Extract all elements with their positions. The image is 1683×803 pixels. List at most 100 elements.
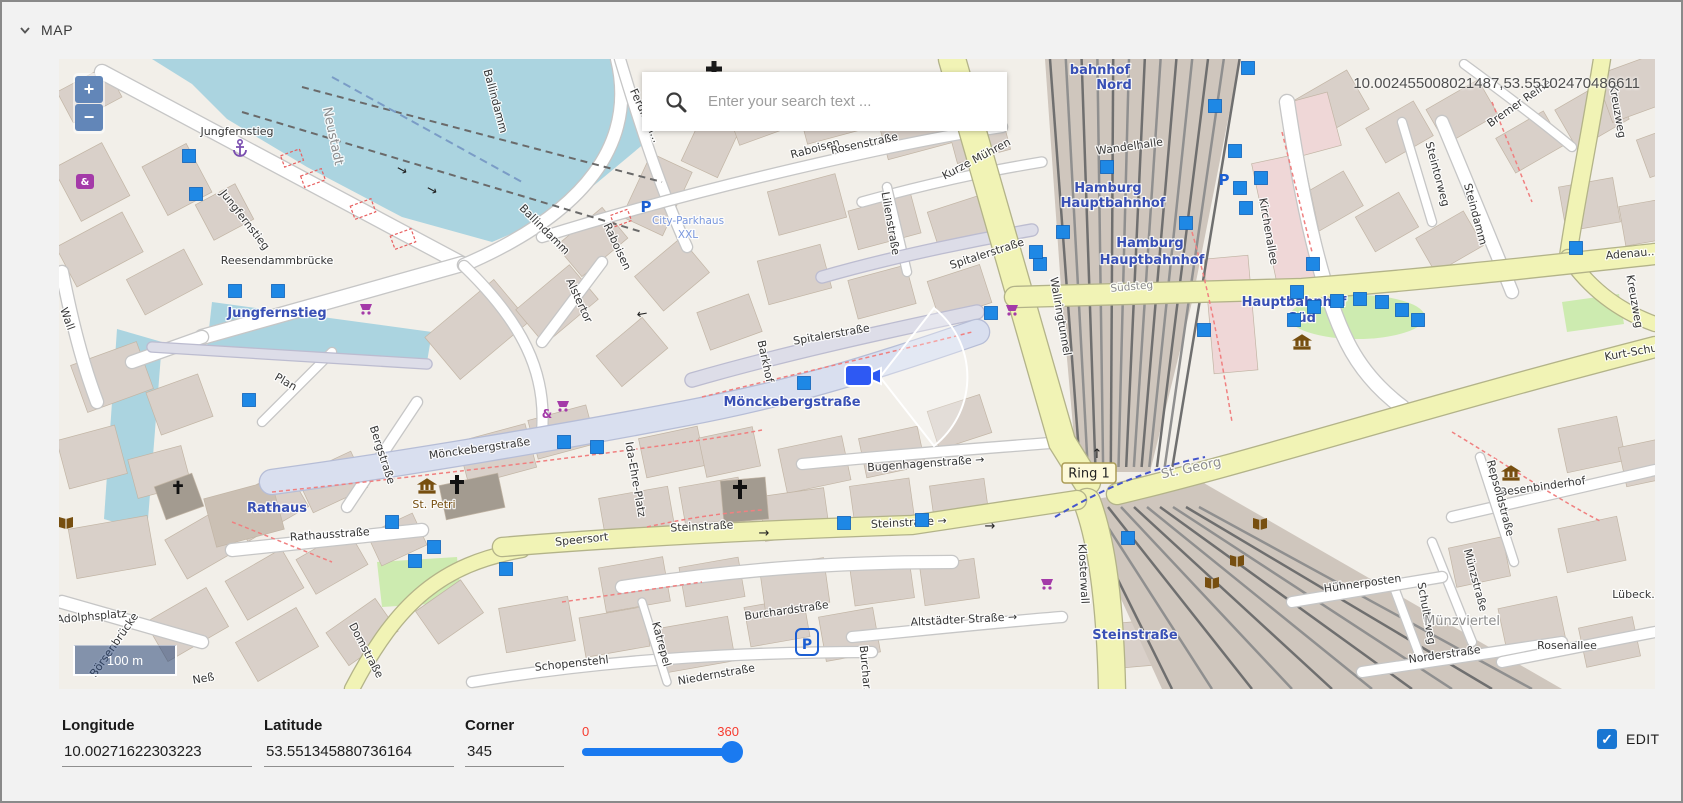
svg-text:Rathaus: Rathaus: [247, 501, 307, 516]
map-vertex-marker[interactable]: [1122, 532, 1135, 545]
svg-text:Lübeck...: Lübeck...: [1612, 588, 1655, 601]
edit-toggle-group: ✓ EDIT: [1597, 729, 1660, 749]
map-vertex-marker[interactable]: [1034, 258, 1047, 271]
map-panel: MAP Ring 1PPP&&→→→→↑←JungfernstiegJungfe…: [0, 0, 1683, 803]
latitude-field-group: Latitude: [264, 717, 454, 767]
parking-icon: P: [1219, 171, 1230, 189]
coordinates-display: 10.002455008021487,53.55102470486611: [1353, 75, 1640, 92]
svg-text:Mönckebergstraße: Mönckebergstraße: [723, 395, 860, 410]
map-vertex-marker[interactable]: [1229, 145, 1242, 158]
map-vertex-marker[interactable]: [1030, 246, 1043, 259]
map-vertex-marker[interactable]: [1234, 182, 1247, 195]
map-vertex-marker[interactable]: [916, 514, 929, 527]
svg-text:Ring 1: Ring 1: [1068, 467, 1110, 482]
latitude-label: Latitude: [264, 717, 454, 734]
svg-text:Steinstraße: Steinstraße: [1092, 628, 1178, 643]
corner-input[interactable]: [465, 741, 564, 767]
svg-text:Hamburg: Hamburg: [1074, 181, 1141, 196]
check-icon: ✓: [1601, 731, 1613, 748]
map-vertex-marker[interactable]: [1180, 217, 1193, 230]
svg-text:Jungfernstieg: Jungfernstieg: [200, 125, 274, 138]
svg-text:bahnhof: bahnhof: [1070, 63, 1131, 78]
map-vertex-marker[interactable]: [243, 394, 256, 407]
svg-text:Reesendammbrücke: Reesendammbrücke: [221, 254, 334, 267]
map-vertex-marker[interactable]: [1412, 314, 1425, 327]
map-vertex-marker[interactable]: [1255, 172, 1268, 185]
map-vertex-marker[interactable]: [798, 377, 811, 390]
map-vertex-marker[interactable]: [190, 188, 203, 201]
map-vertex-marker[interactable]: [1308, 301, 1321, 314]
map-vertex-marker[interactable]: [1101, 161, 1114, 174]
svg-text:City-Parkhaus: City-Parkhaus: [652, 215, 724, 227]
map-vertex-marker[interactable]: [1354, 293, 1367, 306]
map-vertex-marker[interactable]: [1288, 314, 1301, 327]
svg-text:→: →: [985, 519, 996, 534]
scale-label: 100 m: [107, 653, 143, 668]
slider-fill: [582, 748, 732, 756]
oneway-arrow-icon: ↑: [1092, 447, 1103, 462]
map-vertex-marker[interactable]: [229, 285, 242, 298]
map-vertex-marker[interactable]: [428, 541, 441, 554]
map-vertex-marker[interactable]: [985, 307, 998, 320]
oneway-arrow-icon: →: [985, 519, 996, 534]
map-vertex-marker[interactable]: [1570, 242, 1583, 255]
svg-text:Rosenallee: Rosenallee: [1537, 639, 1597, 652]
slider-track[interactable]: [582, 748, 739, 756]
map-vertex-marker[interactable]: [1242, 62, 1255, 75]
parking-icon: P: [641, 198, 652, 216]
latitude-input[interactable]: [264, 741, 454, 767]
longitude-label: Longitude: [62, 717, 252, 734]
map-vertex-marker[interactable]: [591, 441, 604, 454]
zoom-control: + −: [73, 73, 105, 134]
svg-text:P: P: [1219, 171, 1230, 189]
map-vertex-marker[interactable]: [1198, 324, 1211, 337]
svg-text:→: →: [759, 526, 770, 541]
map-vertex-marker[interactable]: [183, 150, 196, 163]
scale-bar: 100 m: [73, 645, 177, 676]
svg-text:Nord: Nord: [1096, 78, 1132, 93]
svg-text:P: P: [641, 198, 652, 216]
longitude-input[interactable]: [62, 741, 252, 767]
svg-text:XXL: XXL: [678, 229, 698, 241]
search-box: [642, 72, 1007, 131]
slider-thumb[interactable]: [721, 741, 743, 763]
map-vertex-marker[interactable]: [1209, 100, 1222, 113]
edit-checkbox[interactable]: ✓: [1597, 729, 1617, 749]
longitude-field-group: Longitude: [62, 717, 252, 767]
map-vertex-marker[interactable]: [1376, 296, 1389, 309]
shop-bag-icon: &: [76, 174, 94, 189]
svg-text:St. Petri: St. Petri: [412, 498, 455, 511]
corner-label: Corner: [465, 717, 564, 734]
map-vertex-marker[interactable]: [558, 436, 571, 449]
map-vertex-marker[interactable]: [1396, 304, 1409, 317]
map-vertex-marker[interactable]: [1291, 286, 1304, 299]
map-vertex-marker[interactable]: [500, 563, 513, 576]
map-vertex-marker[interactable]: [409, 555, 422, 568]
svg-text:Hauptbahnhof: Hauptbahnhof: [1100, 253, 1205, 268]
search-icon: [664, 90, 688, 114]
section-header[interactable]: MAP: [18, 22, 73, 38]
svg-text:Jungfernstieg: Jungfernstieg: [226, 306, 326, 321]
oneway-arrow-icon: →: [759, 526, 770, 541]
map-vertex-marker[interactable]: [838, 517, 851, 530]
map-vertex-marker[interactable]: [272, 285, 285, 298]
svg-text:Münzviertel: Münzviertel: [1424, 614, 1500, 629]
map-vertex-marker[interactable]: [1057, 226, 1070, 239]
map-vertex-marker[interactable]: [386, 516, 399, 529]
slider-max-label: 360: [717, 724, 739, 739]
svg-text:Hauptbahnhof: Hauptbahnhof: [1061, 196, 1166, 211]
svg-text:Hamburg: Hamburg: [1116, 236, 1183, 251]
section-title: MAP: [41, 22, 73, 38]
map-svg[interactable]: Ring 1PPP&&→→→→↑←JungfernstiegJungfernst…: [59, 59, 1655, 689]
zoom-out-button[interactable]: −: [75, 104, 103, 131]
slider-min-label: 0: [582, 724, 589, 739]
map-vertex-marker[interactable]: [1307, 258, 1320, 271]
search-input[interactable]: [706, 92, 997, 111]
map-canvas[interactable]: Ring 1PPP&&→→→→↑←JungfernstiegJungfernst…: [59, 59, 1655, 689]
map-vertex-marker[interactable]: [1240, 202, 1253, 215]
map-vertex-marker[interactable]: [1331, 295, 1344, 308]
chevron-down-icon: [18, 23, 32, 37]
svg-text:↑: ↑: [1092, 447, 1103, 462]
zoom-in-button[interactable]: +: [75, 76, 103, 103]
corner-slider: 0 360: [582, 724, 739, 756]
